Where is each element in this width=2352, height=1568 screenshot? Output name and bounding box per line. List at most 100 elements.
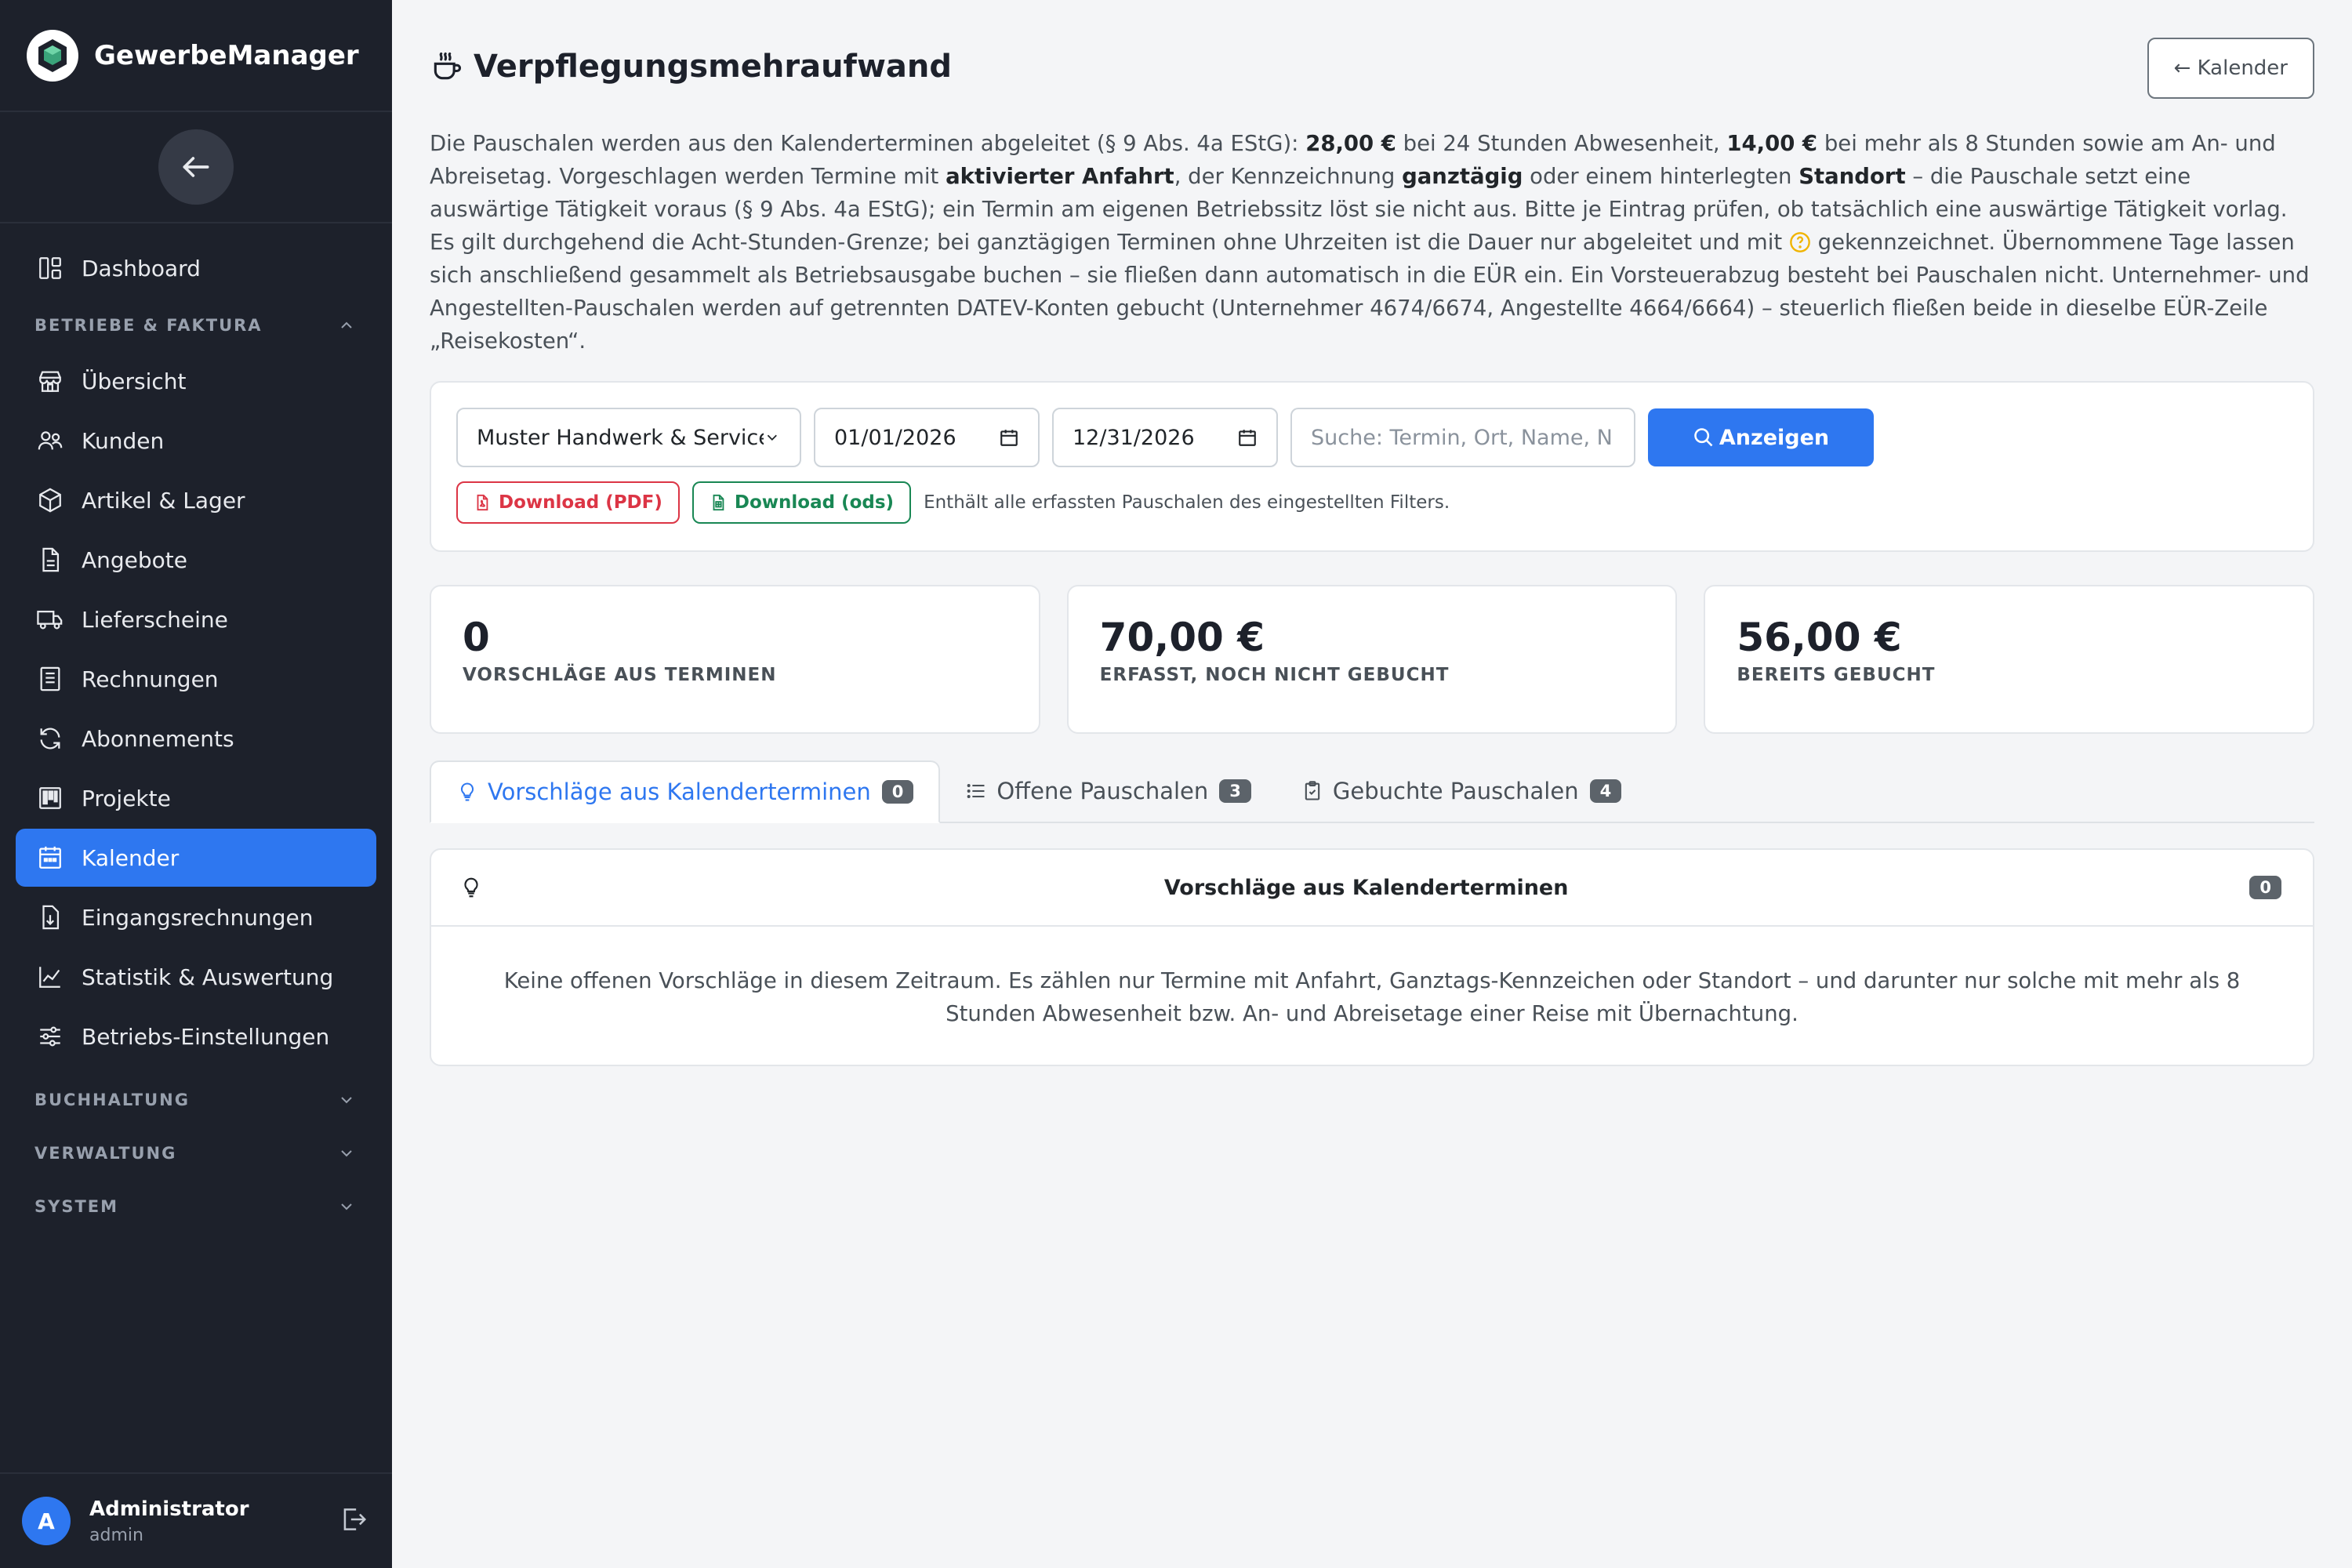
section-buchhaltung[interactable]: BUCHHALTUNG bbox=[16, 1073, 376, 1127]
arrow-left-icon bbox=[183, 157, 209, 177]
sidebar-item-rechnungen[interactable]: Rechnungen bbox=[16, 650, 376, 708]
tab-label: Gebuchte Pauschalen bbox=[1332, 778, 1579, 804]
sidebar-nav: Dashboard BETRIEBE & FAKTURA Übersicht K… bbox=[0, 223, 392, 1233]
logout-button[interactable] bbox=[339, 1504, 368, 1537]
show-button-label: Anzeigen bbox=[1719, 425, 1830, 450]
file-download-icon bbox=[34, 902, 66, 933]
stat-card-suggestions: 0 VORSCHLÄGE AUS TERMINEN bbox=[430, 585, 1040, 734]
sidebar-item-lieferscheine[interactable]: Lieferscheine bbox=[16, 590, 376, 648]
stat-card-booked: 56,00 € BEREITS GEBUCHT bbox=[1704, 585, 2315, 734]
sidebar-item-label: Eingangsrechnungen bbox=[82, 904, 314, 931]
stat-label: ERFASST, NOCH NICHT GEBUCHT bbox=[1099, 665, 1450, 685]
chevron-down-icon bbox=[768, 434, 778, 441]
avatar[interactable]: A bbox=[22, 1497, 71, 1545]
user-name: Administrator bbox=[89, 1497, 249, 1521]
app-name: GewerbeManager bbox=[94, 39, 359, 71]
download-ods-button[interactable]: Download (ods) bbox=[691, 481, 912, 524]
intro-bold: aktivierter Anfahrt bbox=[946, 164, 1174, 189]
chevron-down-icon bbox=[341, 1097, 352, 1104]
chart-line-icon bbox=[34, 961, 66, 993]
sidebar-collapse-button[interactable] bbox=[158, 129, 234, 205]
date-from-input[interactable]: 01/01/2026 bbox=[814, 408, 1040, 467]
sidebar-item-betriebs-einstellungen[interactable]: Betriebs-Einstellungen bbox=[16, 1007, 376, 1065]
sidebar-item-kalender[interactable]: Kalender bbox=[16, 829, 376, 887]
sidebar-item-artikel-lager[interactable]: Artikel & Lager bbox=[16, 471, 376, 529]
tab-count-badge: 0 bbox=[881, 780, 914, 804]
sidebar-item-label: Kalender bbox=[82, 844, 180, 871]
lightbulb-icon bbox=[464, 877, 478, 898]
download-ods-label: Download (ods) bbox=[734, 492, 895, 513]
sidebar-item-label: Kunden bbox=[82, 427, 165, 454]
stat-value: 70,00 € bbox=[1099, 615, 1265, 660]
search-icon bbox=[1694, 428, 1713, 447]
chevron-up-icon bbox=[341, 321, 352, 328]
file-spreadsheet-icon bbox=[710, 494, 727, 511]
page-title: Verpflegungsmehraufwand bbox=[430, 49, 952, 85]
section-label: SYSTEM bbox=[34, 1197, 119, 1216]
search-input[interactable]: Suche: Termin, Ort, Name, N bbox=[1290, 408, 1635, 467]
sidebar-item-angebote[interactable]: Angebote bbox=[16, 531, 376, 589]
coffee-cup-icon bbox=[430, 49, 464, 84]
section-betriebe-faktura[interactable]: BETRIEBE & FAKTURA bbox=[16, 299, 376, 352]
people-icon bbox=[34, 425, 66, 456]
main-content: Verpflegungsmehraufwand ← Kalender Die P… bbox=[392, 0, 2352, 1568]
shop-icon bbox=[34, 365, 66, 397]
brand[interactable]: GewerbeManager bbox=[0, 0, 392, 112]
tab-suggestions[interactable]: Vorschläge aus Kalenderterminen 0 bbox=[430, 760, 941, 823]
user-panel: A Administrator admin bbox=[0, 1472, 392, 1568]
stat-label: VORSCHLÄGE AUS TERMINEN bbox=[463, 665, 777, 685]
tab-count-badge: 4 bbox=[1589, 779, 1622, 803]
date-to-input[interactable]: 12/31/2026 bbox=[1052, 408, 1278, 467]
user-role: admin bbox=[89, 1525, 143, 1545]
stat-value: 0 bbox=[463, 615, 490, 660]
sidebar-item-label: Statistik & Auswertung bbox=[82, 964, 334, 990]
intro-text: Die Pauschalen werden aus den Kalenderte… bbox=[430, 127, 2314, 358]
logout-icon bbox=[343, 1508, 367, 1530]
intro-bold: 28,00 € bbox=[1305, 131, 1396, 156]
stat-card-recorded: 70,00 € ERFASST, NOCH NICHT GEBUCHT bbox=[1066, 585, 1678, 734]
sidebar-item-label: Angebote bbox=[82, 546, 188, 573]
truck-icon bbox=[34, 604, 66, 635]
tab-booked[interactable]: Gebuchte Pauschalen 4 bbox=[1276, 760, 1646, 822]
sidebar-item-uebersicht[interactable]: Übersicht bbox=[16, 352, 376, 410]
date-to-value: 12/31/2026 bbox=[1073, 425, 1195, 450]
section-system[interactable]: SYSTEM bbox=[16, 1180, 376, 1233]
intro-bold: Standort bbox=[1798, 164, 1906, 189]
tab-count-badge: 3 bbox=[1219, 779, 1251, 803]
sidebar-item-eingangsrechnungen[interactable]: Eingangsrechnungen bbox=[16, 888, 376, 946]
sidebar-item-label: Dashboard bbox=[82, 255, 201, 281]
stats-row: 0 VORSCHLÄGE AUS TERMINEN 70,00 € ERFASS… bbox=[430, 585, 2315, 734]
section-label: BETRIEBE & FAKTURA bbox=[34, 316, 263, 335]
suggestions-panel: Vorschläge aus Kalenderterminen 0 Keine … bbox=[430, 848, 2314, 1066]
show-button[interactable]: Anzeigen bbox=[1648, 408, 1874, 466]
panel-title: Vorschläge aus Kalenderterminen bbox=[1163, 875, 1569, 900]
intro-bold: 14,00 € bbox=[1726, 131, 1818, 156]
sidebar-item-dashboard[interactable]: Dashboard bbox=[16, 239, 376, 297]
clipboard-check-icon bbox=[1301, 780, 1323, 802]
sidebar-item-label: Projekte bbox=[82, 785, 171, 811]
sidebar-item-kunden[interactable]: Kunden bbox=[16, 412, 376, 470]
download-pdf-button[interactable]: Download (PDF) bbox=[456, 481, 680, 524]
file-pdf-icon bbox=[474, 494, 491, 511]
section-verwaltung[interactable]: VERWALTUNG bbox=[16, 1127, 376, 1180]
sidebar-item-statistik[interactable]: Statistik & Auswertung bbox=[16, 948, 376, 1006]
sidebar-item-abonnements[interactable]: Abonnements bbox=[16, 710, 376, 768]
sidebar-item-label: Rechnungen bbox=[82, 666, 219, 692]
intro-part: bei 24 Stunden Abwesenheit, bbox=[1396, 131, 1727, 156]
panel-header: Vorschläge aus Kalenderterminen 0 bbox=[431, 850, 2313, 927]
panel-count-badge: 0 bbox=[2249, 876, 2281, 899]
sidebar-item-projekte[interactable]: Projekte bbox=[16, 769, 376, 827]
tab-label: Vorschläge aus Kalenderterminen bbox=[488, 779, 871, 805]
calendar-icon bbox=[34, 842, 66, 873]
refresh-icon bbox=[34, 723, 66, 754]
intro-bold: ganztägig bbox=[1402, 164, 1523, 189]
company-select[interactable]: Muster Handwerk & Service G bbox=[456, 408, 801, 467]
sidebar-item-label: Lieferscheine bbox=[82, 606, 228, 633]
chevron-down-icon bbox=[341, 1203, 352, 1210]
back-to-calendar-button[interactable]: ← Kalender bbox=[2147, 38, 2314, 99]
page-title-text: Verpflegungsmehraufwand bbox=[474, 49, 952, 85]
intro-part: , der Kennzeichnung bbox=[1174, 164, 1403, 189]
tab-open[interactable]: Offene Pauschalen 3 bbox=[940, 760, 1276, 822]
calendar-icon bbox=[1239, 430, 1256, 446]
kanban-icon bbox=[34, 782, 66, 814]
